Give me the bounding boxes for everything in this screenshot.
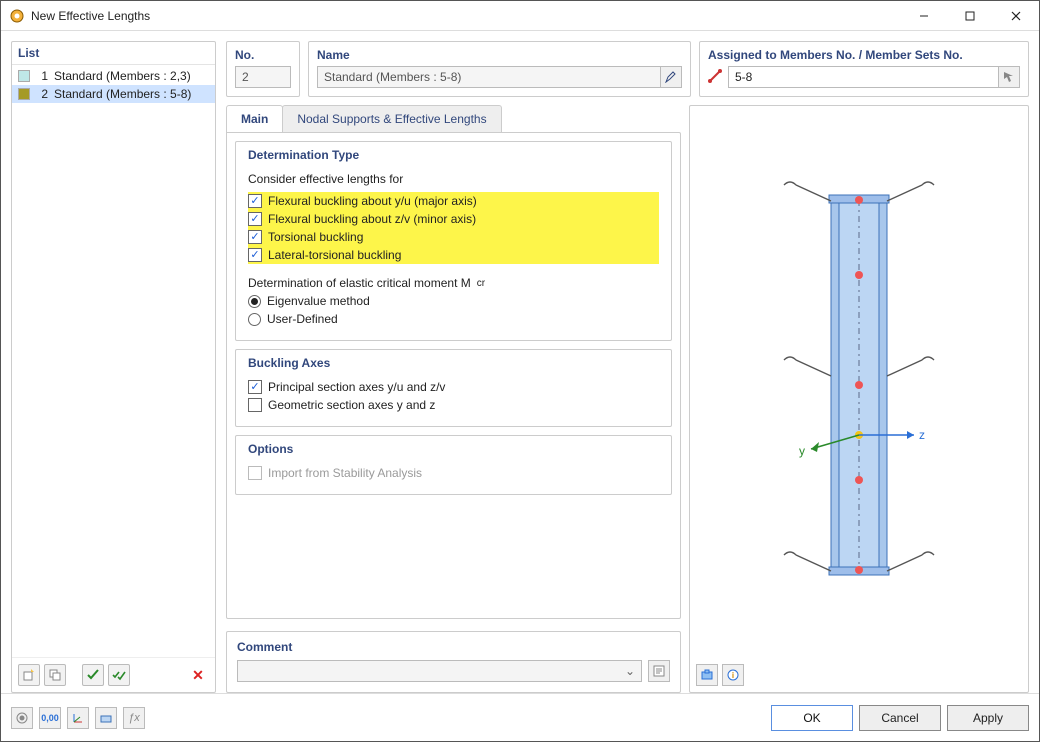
list-item-number: 1 xyxy=(36,69,48,83)
checkbox-label: Lateral-torsional buckling xyxy=(268,248,401,262)
comment-group: Comment ⌄ xyxy=(226,631,681,693)
bottom-bar: 0,00 ƒx OK Cancel Apply xyxy=(1,693,1039,741)
tab-nodal-supports[interactable]: Nodal Supports & Effective Lengths xyxy=(282,105,501,132)
checkbox-flexural-y[interactable] xyxy=(248,194,262,208)
svg-text:z: z xyxy=(919,428,925,442)
checkbox-import-stability xyxy=(248,466,262,480)
radio-label: Eigenvalue method xyxy=(267,294,370,308)
check-all-button[interactable] xyxy=(108,664,130,686)
name-input[interactable] xyxy=(317,66,682,88)
name-label: Name xyxy=(317,48,682,62)
list-item-number: 2 xyxy=(36,87,48,101)
preview-view-button[interactable] xyxy=(696,664,718,686)
list-body: 1 Standard (Members : 2,3) 2 Standard (M… xyxy=(12,65,215,657)
checkbox-label: Principal section axes y/u and z/v xyxy=(268,380,445,394)
chevron-down-icon: ⌄ xyxy=(625,664,635,678)
no-field-group: No. xyxy=(226,41,300,97)
checkbox-geometric-axes[interactable] xyxy=(248,398,262,412)
copy-item-button[interactable] xyxy=(44,664,66,686)
checkbox-label: Flexural buckling about z/v (minor axis) xyxy=(268,212,476,226)
render-button[interactable] xyxy=(95,707,117,729)
options-group: Options Import from Stability Analysis xyxy=(235,435,672,495)
color-swatch xyxy=(18,70,30,82)
pick-members-button[interactable] xyxy=(998,66,1020,88)
help-button[interactable] xyxy=(11,707,33,729)
cancel-button[interactable]: Cancel xyxy=(859,705,941,731)
assigned-label: Assigned to Members No. / Member Sets No… xyxy=(708,48,1020,62)
new-item-button[interactable] xyxy=(18,664,40,686)
checkbox-ltb[interactable] xyxy=(248,248,262,262)
checkbox-principal-axes[interactable] xyxy=(248,380,262,394)
title-bar: New Effective Lengths xyxy=(1,1,1039,31)
ok-button[interactable]: OK xyxy=(771,705,853,731)
name-field-group: Name xyxy=(308,41,691,97)
svg-text:y: y xyxy=(799,444,805,458)
list-item[interactable]: 2 Standard (Members : 5-8) xyxy=(12,85,215,103)
group-title: Comment xyxy=(237,640,670,654)
checkbox-label: Torsional buckling xyxy=(268,230,363,244)
assigned-input[interactable] xyxy=(728,66,1020,88)
group-title: Determination Type xyxy=(248,148,659,162)
dialog-window: New Effective Lengths List 1 Standard (M… xyxy=(0,0,1040,742)
tab-bar: Main Nodal Supports & Effective Lengths xyxy=(226,105,681,132)
list-header: List xyxy=(12,42,215,65)
preview-toolbar: i xyxy=(696,658,1022,686)
no-input[interactable] xyxy=(235,66,291,88)
function-button[interactable]: ƒx xyxy=(123,707,145,729)
maximize-button[interactable] xyxy=(947,1,993,31)
list-item-label: Standard (Members : 5-8) xyxy=(54,87,191,101)
close-button[interactable] xyxy=(993,1,1039,31)
list-panel: List 1 Standard (Members : 2,3) 2 Standa… xyxy=(11,41,216,693)
axis-button[interactable] xyxy=(67,707,89,729)
svg-text:i: i xyxy=(732,671,734,680)
radio-user-defined[interactable] xyxy=(248,313,261,326)
preview-canvas[interactable]: z y xyxy=(696,112,1022,658)
units-button[interactable]: 0,00 xyxy=(39,707,61,729)
group-title: Buckling Axes xyxy=(248,356,659,370)
checkbox-label: Flexural buckling about y/u (major axis) xyxy=(268,194,477,208)
member-icon xyxy=(708,69,724,85)
minimize-button[interactable] xyxy=(901,1,947,31)
consider-label: Consider effective lengths for xyxy=(248,170,659,188)
determination-type-group: Determination Type Consider effective le… xyxy=(235,141,672,341)
tab-content: Determination Type Consider effective le… xyxy=(226,132,681,619)
tab-main[interactable]: Main xyxy=(226,105,283,132)
no-label: No. xyxy=(235,48,291,62)
radio-eigenvalue[interactable] xyxy=(248,295,261,308)
radio-label: User-Defined xyxy=(267,312,338,326)
list-item-label: Standard (Members : 2,3) xyxy=(54,69,191,83)
assigned-field-group: Assigned to Members No. / Member Sets No… xyxy=(699,41,1029,97)
check-single-button[interactable] xyxy=(82,664,104,686)
checkbox-label: Import from Stability Analysis xyxy=(268,466,422,480)
member-preview-graphic: z y xyxy=(729,150,989,620)
delete-item-button[interactable]: ✕ xyxy=(187,664,209,686)
list-toolbar: ✕ xyxy=(12,657,215,692)
checkbox-torsional[interactable] xyxy=(248,230,262,244)
window-title: New Effective Lengths xyxy=(31,9,901,23)
apply-button[interactable]: Apply xyxy=(947,705,1029,731)
comment-combo[interactable]: ⌄ xyxy=(237,660,642,682)
preview-info-button[interactable]: i xyxy=(722,664,744,686)
comment-edit-button[interactable] xyxy=(648,660,670,682)
preview-panel: z y xyxy=(689,105,1029,693)
color-swatch xyxy=(18,88,30,100)
buckling-axes-group: Buckling Axes Principal section axes y/u… xyxy=(235,349,672,427)
checkbox-label: Geometric section axes y and z xyxy=(268,398,435,412)
app-icon xyxy=(9,8,25,24)
checkbox-flexural-z[interactable] xyxy=(248,212,262,226)
edit-name-button[interactable] xyxy=(660,66,682,88)
group-title: Options xyxy=(248,442,659,456)
list-item[interactable]: 1 Standard (Members : 2,3) xyxy=(12,67,215,85)
main-area: No. Name Assigned to Members No. / Membe… xyxy=(226,41,1029,693)
mcr-label: Determination of elastic critical moment… xyxy=(248,274,659,292)
